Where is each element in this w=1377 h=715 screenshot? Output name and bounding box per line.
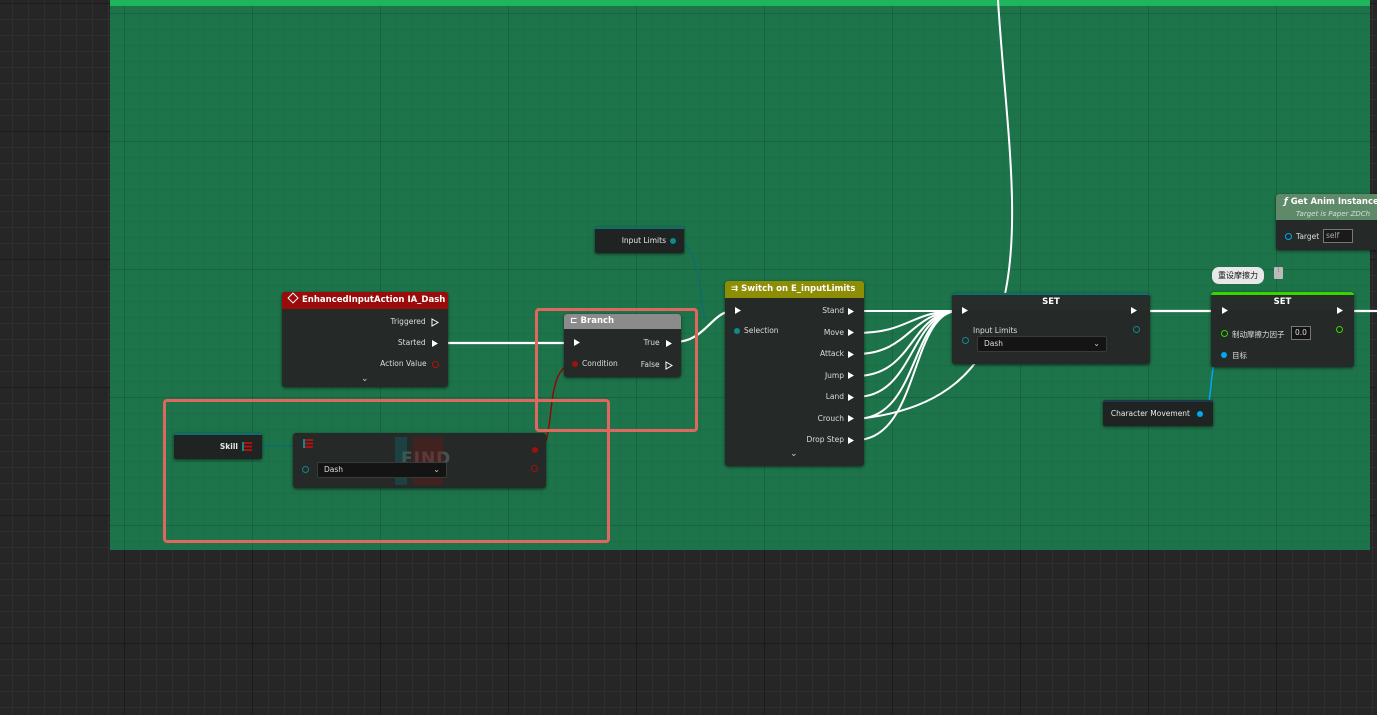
switch-case-label: Attack	[820, 349, 844, 358]
reset-friction-comment-text: 重设摩擦力	[1218, 271, 1258, 280]
set-title: SET	[1042, 297, 1060, 307]
target-label: Target	[1296, 232, 1320, 241]
object-in-pin-icon[interactable]	[1221, 352, 1227, 358]
enhanced-input-header: EnhancedInputAction IA_Dash	[282, 292, 448, 309]
enum-out-pin-icon[interactable]	[1133, 326, 1140, 333]
get-anim-instance-header: ƒ Get Anim Instance Target is Paper ZDCh	[1276, 194, 1377, 220]
friction-factor-label: 制动摩擦力因子	[1232, 330, 1285, 339]
switch-case-label: Drop Step	[806, 435, 844, 444]
exec-out-pin[interactable]	[1130, 306, 1138, 315]
get-anim-instance-subtitle: Target is Paper ZDCh	[1296, 210, 1371, 218]
exec-wire-crouch	[855, 310, 959, 420]
float-out-pin-icon[interactable]	[1336, 326, 1343, 333]
get-anim-instance-node[interactable]: ƒ Get Anim Instance Target is Paper ZDCh …	[1276, 194, 1377, 250]
set-friction-header: SET	[1211, 292, 1354, 310]
pin-action-value[interactable]: Action Value	[380, 359, 439, 368]
float-in-pin-icon[interactable]	[1221, 330, 1228, 337]
character-movement-label: Character Movement	[1110, 409, 1190, 418]
exec-in-pin[interactable]	[734, 306, 742, 315]
pin-selection[interactable]: Selection	[734, 326, 779, 335]
switch-case-pin[interactable]: Land	[826, 392, 855, 402]
exec-pin-icon	[848, 350, 854, 358]
expand-chevron-icon[interactable]: ⌄	[790, 449, 798, 459]
exec-in-pin[interactable]	[961, 306, 969, 315]
enum-pin-icon	[734, 328, 740, 334]
target-label: 目标	[1232, 351, 1247, 360]
switch-case-pin[interactable]: Jump	[825, 371, 855, 381]
switch-case-label: Move	[823, 327, 844, 337]
input-limits-dropdown-value: Dash	[984, 339, 1004, 348]
get-anim-instance-title: Get Anim Instance	[1290, 197, 1377, 207]
enum-in-pin-icon[interactable]	[962, 337, 969, 344]
switch-node[interactable]: ⇉ Switch on E_inputLimits Selection Stand…	[725, 281, 864, 466]
exec-wire-jump	[855, 310, 959, 377]
comment-pin-icon[interactable]: ⋮	[1274, 267, 1283, 279]
exec-pin-icon	[848, 436, 854, 444]
character-movement-getter-node[interactable]: Character Movement	[1103, 400, 1213, 426]
set-friction-node[interactable]: SET 制动摩擦力因子 0.0 目标	[1211, 292, 1354, 367]
input-limits-label: Input Limits	[621, 236, 666, 245]
switch-case-label: Crouch	[817, 413, 844, 423]
set-input-limits-node[interactable]: SET Input Limits Dash ⌄	[952, 293, 1150, 364]
enhanced-input-action-node[interactable]: EnhancedInputAction IA_Dash Triggered St…	[282, 292, 448, 387]
switch-case-pin[interactable]: Crouch	[818, 414, 855, 424]
switch-title: Switch on E_inputLimits	[741, 284, 856, 294]
switch-header: ⇉ Switch on E_inputLimits	[725, 281, 864, 298]
input-event-icon	[287, 292, 299, 304]
highlight-find	[163, 399, 610, 543]
exec-in-pin[interactable]	[1221, 306, 1229, 315]
target-self-input[interactable]: self	[1323, 229, 1353, 243]
object-in-pin-icon[interactable]	[1285, 233, 1292, 240]
switch-case-pin[interactable]: Move	[824, 328, 855, 338]
exec-pin-icon	[848, 307, 854, 315]
exec-out-pin[interactable]	[1336, 306, 1344, 315]
input-limits-getter-node[interactable]: Input Limits	[595, 227, 684, 253]
object-pin-icon[interactable]	[1197, 411, 1203, 417]
enum-pin[interactable]	[670, 238, 676, 244]
exec-pin-icon	[848, 415, 854, 422]
switch-case-label: Jump	[824, 370, 844, 380]
pin-started[interactable]: Started	[398, 338, 439, 348]
function-icon: ƒ	[1284, 197, 1288, 207]
pin-action-value-label: Action Value	[380, 359, 427, 368]
switch-case-pin[interactable]: Attack	[820, 349, 855, 359]
exec-wire-dropstep	[855, 310, 959, 441]
switch-case-label: Stand	[822, 306, 844, 315]
input-limits-dropdown[interactable]: Dash ⌄	[977, 336, 1107, 352]
bool-pin-icon	[432, 360, 439, 368]
exec-pin-icon	[848, 372, 854, 379]
switch-case-pin[interactable]: Drop Step	[806, 435, 855, 445]
set-friction-title: SET	[1273, 297, 1292, 307]
pin-started-label: Started	[397, 338, 426, 347]
enhanced-input-title: EnhancedInputAction IA_Dash	[302, 295, 446, 305]
pin-selection-label: Selection	[744, 326, 779, 335]
expand-chevron-icon[interactable]: ⌄	[361, 374, 369, 384]
pin-triggered[interactable]: Triggered	[391, 317, 439, 327]
input-limits-pin-label: Input Limits	[973, 326, 1018, 335]
pin-triggered-label: Triggered	[390, 317, 426, 326]
chevron-down-icon: ⌄	[1093, 339, 1100, 348]
friction-factor-input[interactable]: 0.0	[1291, 326, 1311, 340]
reset-friction-comment-bubble[interactable]: 重设摩擦力	[1212, 267, 1264, 284]
set-input-limits-header: SET	[952, 293, 1150, 310]
exec-pin-icon	[848, 329, 854, 336]
exec-pin-icon	[848, 393, 854, 401]
exec-pin-icon	[432, 339, 438, 347]
exec-pin-hollow-icon	[431, 317, 439, 327]
switch-case-pin[interactable]: Stand	[822, 306, 855, 316]
switch-icon: ⇉	[731, 284, 739, 294]
switch-case-label: Land	[825, 392, 844, 401]
